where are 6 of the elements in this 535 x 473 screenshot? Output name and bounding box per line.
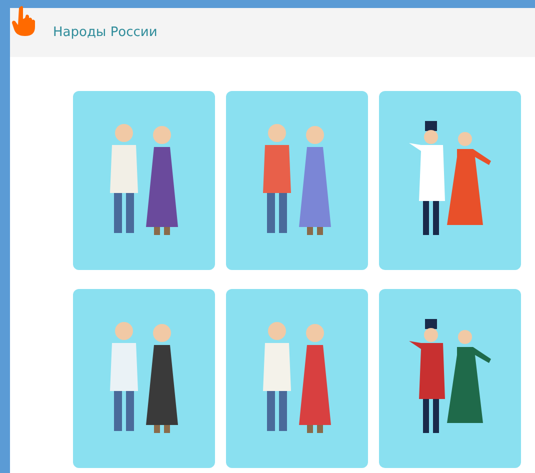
page-title[interactable]: Народы России [53, 25, 158, 40]
illustration-card[interactable] [379, 289, 521, 468]
illustration-card[interactable] [379, 91, 521, 270]
illustration-card[interactable] [73, 289, 215, 468]
pointing-hand-icon [10, 5, 38, 37]
illustration-card[interactable] [73, 91, 215, 270]
